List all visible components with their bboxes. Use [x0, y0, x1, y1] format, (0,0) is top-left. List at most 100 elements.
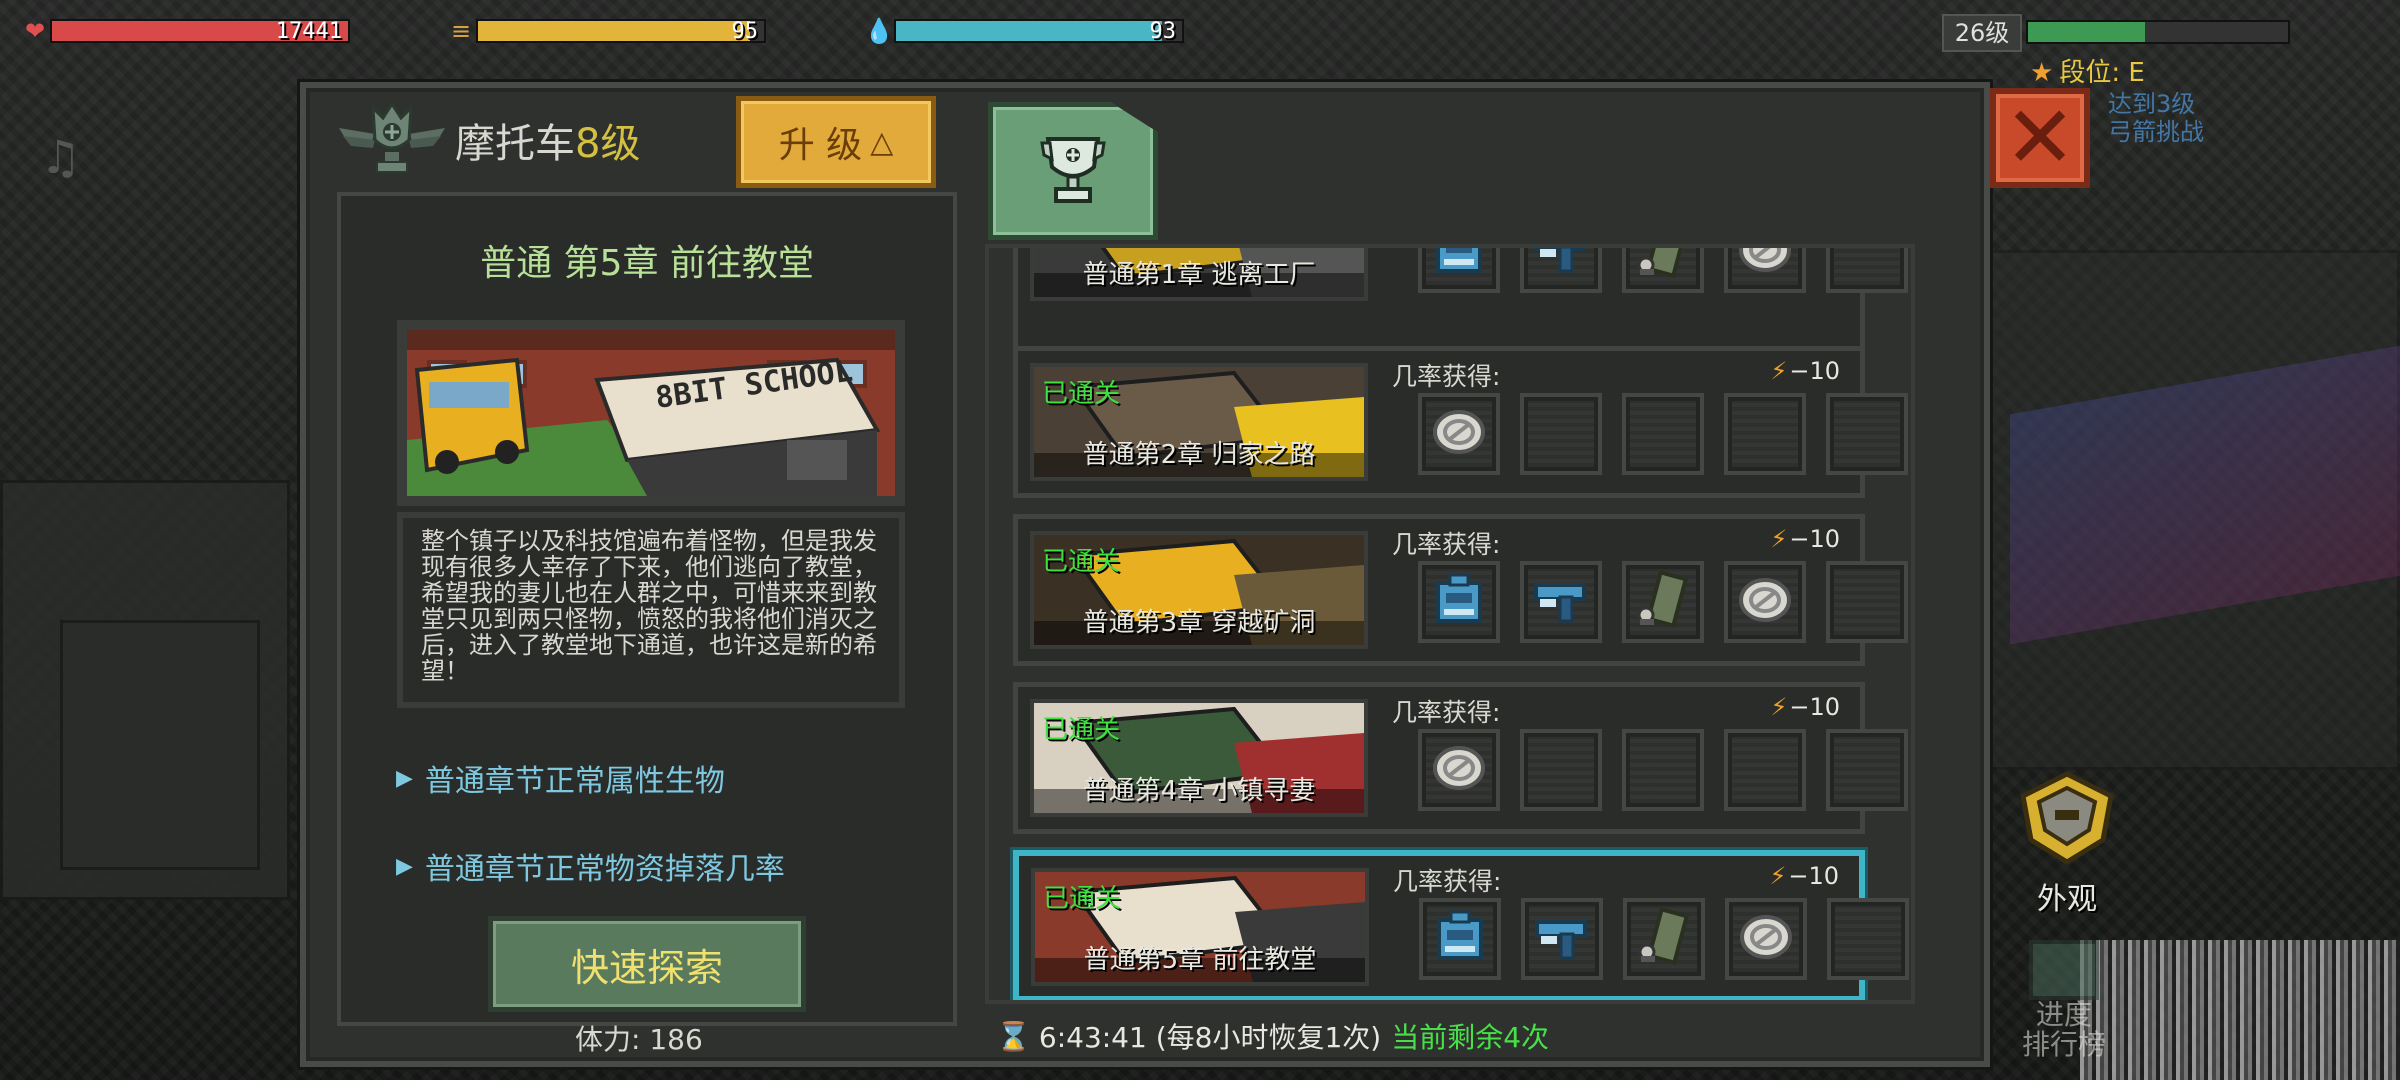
reward-slot[interactable]: [1725, 898, 1807, 980]
reward-slot[interactable]: [1419, 898, 1501, 980]
reward-slot[interactable]: [1827, 898, 1909, 980]
reward-slot[interactable]: [1418, 561, 1500, 643]
water-fill: [896, 21, 1162, 41]
water-bar: 💧 93: [864, 16, 1184, 46]
backpack-icon: [1429, 906, 1491, 972]
coin-icon: [1734, 248, 1796, 285]
reward-slot[interactable]: [1826, 729, 1908, 811]
chapter-name: 普通第3章 穿越矿洞: [1082, 608, 1316, 638]
chapter-image: 8BIT SCHOOL: [397, 320, 905, 506]
lightning-icon: ⚡: [1770, 357, 1788, 385]
drop-chance-label: 几率获得:: [1392, 530, 1501, 559]
leaderboard-icon: [2029, 940, 2099, 1000]
chapter-name: 普通第4章 小镇寻妻: [1082, 776, 1316, 806]
reward-slot[interactable]: [1520, 561, 1602, 643]
vehicle-level: 8级: [575, 121, 641, 167]
close-button[interactable]: ✕: [1990, 88, 2090, 188]
appearance-button[interactable]: 外观: [2012, 770, 2122, 917]
stamina-label: 体力: 186: [575, 1023, 703, 1056]
hp-track: 17441: [50, 19, 350, 44]
chapter-list[interactable]: 普通第1章 逃离工厂 已通关 普通第2章 归家之路 几率获得: ⚡−10 已通关…: [985, 244, 1915, 1004]
coin-icon: [1428, 401, 1490, 467]
school-illustration: 8BIT SCHOOL: [407, 330, 895, 496]
chapter-name: 普通第5章 前往教堂: [1083, 945, 1317, 975]
cleared-badge: 已通关: [1042, 547, 1121, 577]
energy-cost-value: −10: [1789, 357, 1840, 385]
upgrade-button[interactable]: 升 级 △: [736, 96, 936, 188]
cleared-badge: 已通关: [1043, 884, 1122, 914]
food-track: 95: [476, 19, 766, 44]
drop-info-link[interactable]: ▶ 普通章节正常物资掉落几率: [396, 844, 785, 888]
appearance-label: 外观: [2037, 882, 2097, 917]
hp-bar: ❤ 17441: [20, 16, 350, 46]
ammo-icon: [1633, 906, 1695, 972]
reward-slot[interactable]: [1520, 393, 1602, 475]
chapter-thumbnail: 已通关 普通第5章 前往教堂: [1031, 868, 1369, 986]
rank-label[interactable]: ★ 段位: E: [2030, 52, 2145, 89]
creature-info-link[interactable]: ▶ 普通章节正常属性生物: [396, 756, 725, 800]
reward-slot[interactable]: [1622, 393, 1704, 475]
water-drop-icon: 💧: [864, 17, 894, 45]
helmet-icon: [2020, 771, 2114, 865]
coin-icon: [1428, 737, 1490, 803]
chapter-thumbnail: 已通关 普通第2章 归家之路: [1030, 363, 1368, 481]
task-hint-line1: 达到3级: [2108, 90, 2196, 118]
chapter-row[interactable]: 已通关 普通第2章 归家之路 几率获得: ⚡−10: [1013, 346, 1908, 498]
chapter-row[interactable]: 已通关 普通第4章 小镇寻妻 几率获得: ⚡−10: [1013, 682, 1908, 834]
water-track: 93: [894, 19, 1184, 44]
reward-slot[interactable]: [1826, 561, 1908, 643]
chapter-row[interactable]: 普通第1章 逃离工厂: [1013, 248, 1908, 360]
reward-slot[interactable]: [1622, 561, 1704, 643]
ammo-icon: [1632, 248, 1694, 285]
reward-slot[interactable]: [1623, 898, 1705, 980]
chapter-row[interactable]: 已通关 普通第3章 穿越矿洞 几率获得: ⚡−10: [1013, 514, 1908, 666]
reward-slots: [1418, 393, 1908, 475]
reward-slot[interactable]: [1520, 248, 1602, 293]
chapter-row[interactable]: 已通关 普通第5章 前往教堂 几率获得: ⚡−10: [1013, 850, 1909, 1000]
gun-icon: [1530, 569, 1592, 635]
leaderboard-button[interactable]: 进度 排行榜: [2004, 940, 2124, 1070]
reward-slot[interactable]: [1520, 729, 1602, 811]
reward-slots: [1418, 561, 1908, 643]
energy-cost: ⚡−10: [1770, 357, 1840, 385]
creature-info-label: 普通章节正常属性生物: [424, 764, 725, 799]
reward-slot[interactable]: [1418, 393, 1500, 475]
tab-trophy[interactable]: [988, 102, 1158, 240]
drop-chance-label: 几率获得:: [1392, 698, 1501, 727]
reward-slot[interactable]: [1622, 729, 1704, 811]
reward-slot[interactable]: [1521, 898, 1603, 980]
reward-slot[interactable]: [1724, 561, 1806, 643]
rank-text: 段位: E: [2059, 58, 2145, 88]
task-hint[interactable]: 达到3级 弓箭挑战: [2108, 90, 2204, 146]
reward-slot[interactable]: [1724, 393, 1806, 475]
vehicle-name: 摩托车: [455, 121, 575, 167]
reward-slot[interactable]: [1724, 729, 1806, 811]
upgrade-arrow-icon: △: [870, 124, 894, 160]
upgrade-label: 升 级: [778, 125, 863, 166]
reward-slot[interactable]: [1826, 393, 1908, 475]
drop-chance-label: 几率获得:: [1392, 362, 1501, 391]
music-note-icon: ♫: [40, 130, 82, 184]
trophy-icon: [1040, 137, 1106, 203]
reward-slot[interactable]: [1724, 248, 1806, 293]
ammo-icon: [1632, 569, 1694, 635]
energy-cost-value: −10: [1788, 862, 1839, 890]
quick-explore-button[interactable]: 快速探索: [488, 916, 806, 1012]
cleared-badge: 已通关: [1042, 379, 1121, 409]
timer-text: 6:43:41 (每8小时恢复1次): [1038, 1021, 1382, 1054]
gun-icon: [1531, 906, 1593, 972]
chapter-thumbnail: 已通关 普通第3章 穿越矿洞: [1030, 531, 1368, 649]
water-value: 93: [1149, 19, 1177, 44]
xp-fill: [2028, 22, 2145, 42]
leaderboard-label-1: 进度: [2035, 998, 2092, 1031]
chapter-name: 普通第2章 归家之路: [1082, 440, 1316, 470]
food-fill: [478, 21, 750, 41]
food-value: 95: [731, 19, 759, 44]
coin-icon: [1734, 569, 1796, 635]
reward-slot[interactable]: [1826, 248, 1908, 293]
reward-slot[interactable]: [1418, 248, 1500, 293]
reward-slot[interactable]: [1418, 729, 1500, 811]
reward-slots: [1418, 248, 1908, 293]
reward-slot[interactable]: [1622, 248, 1704, 293]
play-arrow-icon: ▶: [396, 765, 413, 791]
